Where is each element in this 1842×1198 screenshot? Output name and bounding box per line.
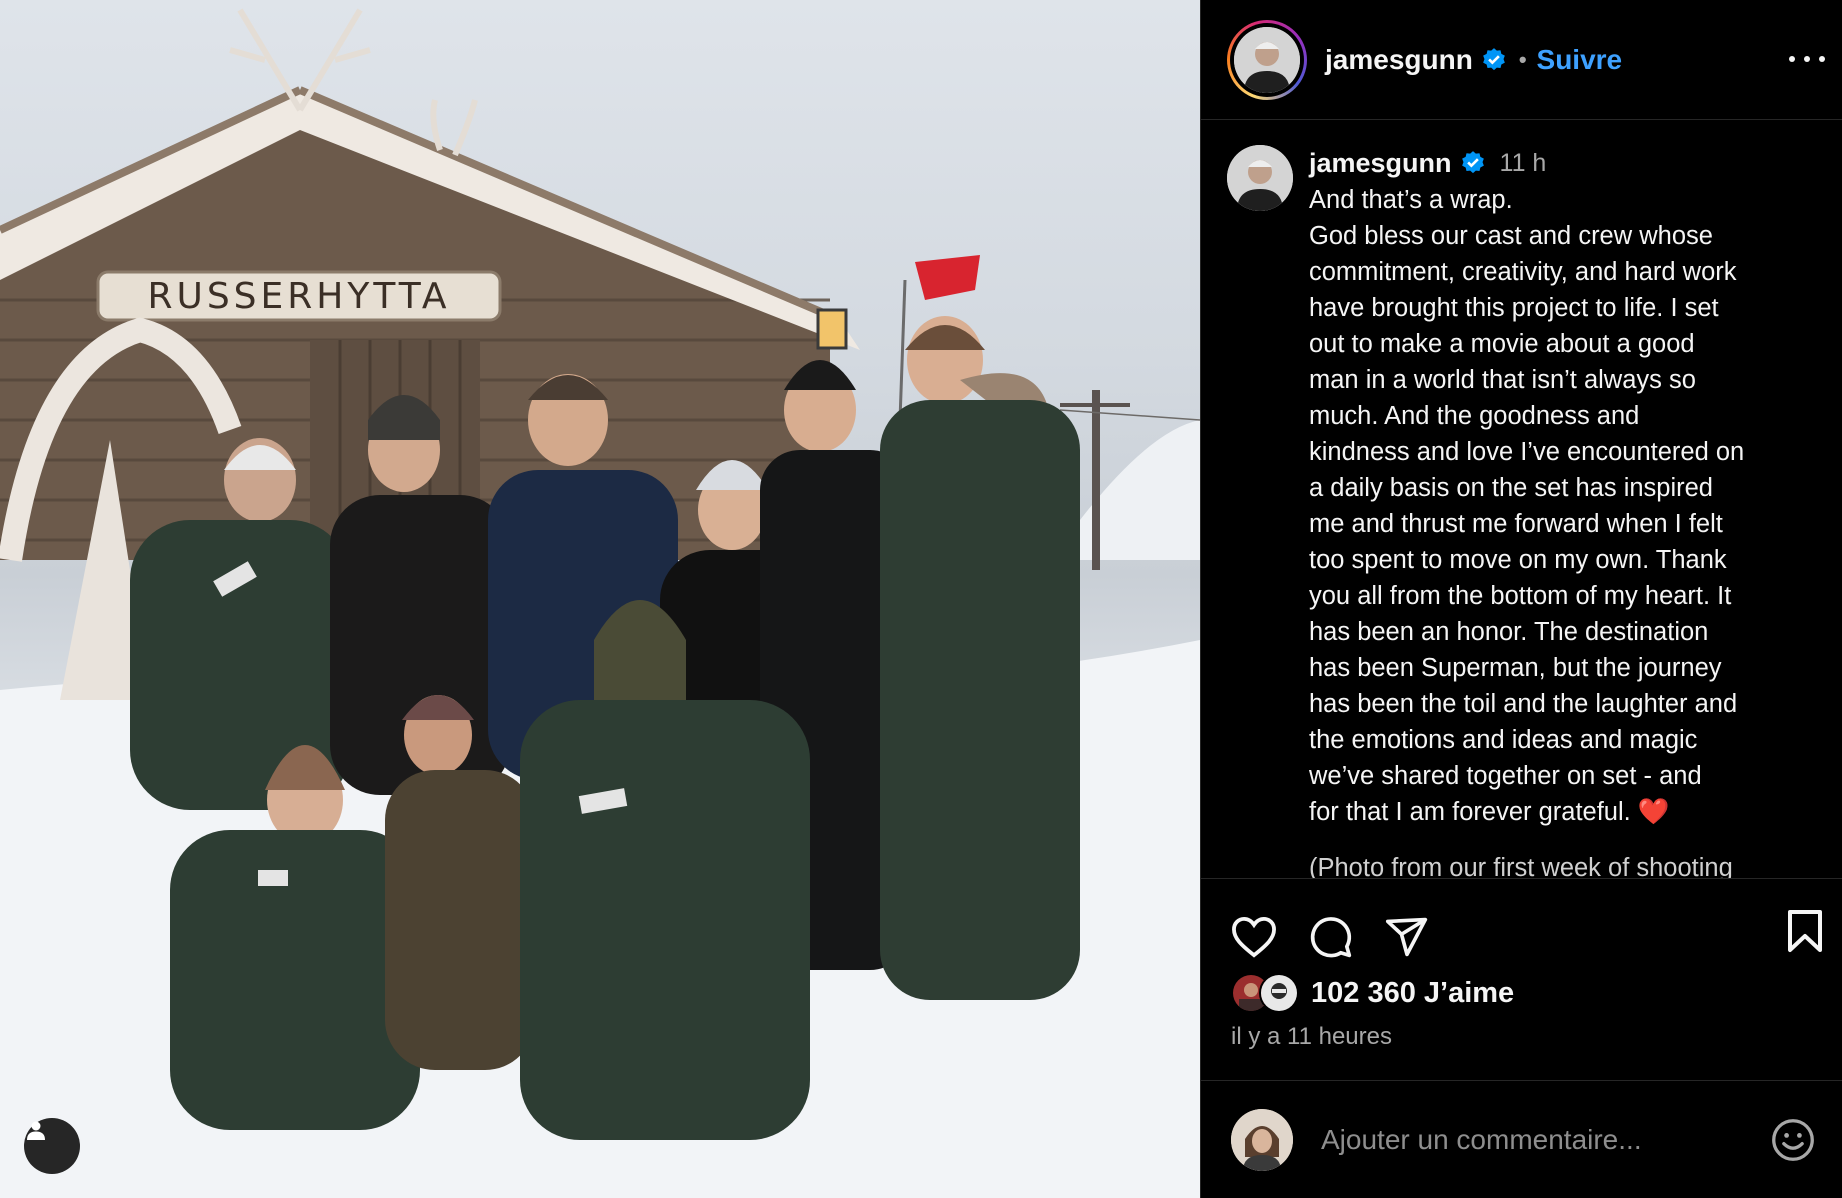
current-user-avatar: [1231, 1108, 1293, 1171]
caption-line: has been an honor. The destination: [1309, 618, 1709, 646]
verified-badge-icon: [1482, 47, 1505, 70]
caption-line: man in a world that isn’t always so: [1309, 366, 1696, 394]
caption-line: too spent to move on my own. Thank: [1309, 546, 1727, 574]
likes-row: 102 360 J’aime: [1201, 973, 1842, 1013]
caption-line: out to make a movie about a good: [1309, 330, 1695, 358]
caption-line: has been Superman, but the journey: [1309, 654, 1722, 682]
lantern: [816, 308, 848, 350]
caption-line: God bless our cast and crew whose: [1309, 222, 1713, 250]
story-ring[interactable]: [1227, 19, 1307, 100]
caption-line: for that I am forever grateful. ❤️: [1309, 798, 1670, 826]
post-timestamp[interactable]: il y a 11 heures: [1201, 1023, 1842, 1051]
post-actions-section: 102 360 J’aime il y a 11 heures: [1201, 878, 1842, 1051]
header-user: jamesgunn • Suivre: [1325, 44, 1622, 76]
verified-badge-icon: [1461, 151, 1484, 174]
more-dots-icon[interactable]: [1789, 44, 1825, 74]
person-6: [880, 316, 1080, 1000]
caption-line: a daily basis on the set has inspired: [1309, 474, 1713, 502]
caption: jamesgunn 11 h And that’s a wrap. God bl…: [1201, 121, 1842, 878]
post-photo[interactable]: RUSSERHYTTA: [0, 0, 1200, 1198]
caption-line-cut: (Photo from our first week of shooting: [1309, 854, 1733, 878]
caption-username[interactable]: jamesgunn: [1309, 145, 1452, 181]
follow-button[interactable]: Suivre: [1537, 44, 1623, 76]
liker-avatar: [1259, 973, 1299, 1013]
utility-pole: [1092, 390, 1100, 570]
cabin-sign-text: RUSSERHYTTA: [147, 276, 450, 317]
caption-line: has been the toil and the laughter and: [1309, 690, 1738, 718]
heart-icon[interactable]: [1231, 916, 1277, 958]
caption-scroll-area[interactable]: jamesgunn 11 h And that’s a wrap. God bl…: [1201, 121, 1842, 878]
caption-line: have brought this project to life. I set: [1309, 294, 1719, 322]
caption-line: And that’s a wrap.: [1309, 186, 1513, 214]
caption-avatar[interactable]: [1227, 145, 1293, 211]
caption-line: you all from the bottom of my heart. It: [1309, 582, 1732, 610]
separator-dot: •: [1518, 46, 1527, 72]
avatar: [1234, 26, 1300, 93]
caption-header: jamesgunn 11 h: [1309, 145, 1546, 181]
caption-line: the emotions and ideas and magic: [1309, 726, 1698, 754]
caption-time[interactable]: 11 h: [1500, 145, 1547, 181]
caption-body: jamesgunn 11 h And that’s a wrap. God bl…: [1309, 145, 1829, 878]
username-link[interactable]: jamesgunn: [1325, 44, 1473, 76]
tagged-users-button[interactable]: [24, 1118, 80, 1174]
post-sidebar: jamesgunn • Suivre jamesgunn 11 h And th…: [1200, 0, 1842, 1198]
caption-line: me and thrust me forward when I felt: [1309, 510, 1723, 538]
smiley-icon[interactable]: [1771, 1118, 1815, 1162]
caption-line: commitment, creativity, and hard work: [1309, 258, 1737, 286]
comment-composer: [1201, 1080, 1842, 1198]
post-header: jamesgunn • Suivre: [1201, 0, 1842, 120]
red-flag: [915, 255, 980, 300]
action-bar: [1201, 879, 1842, 969]
person-icon: [27, 1121, 45, 1140]
caption-line: much. And the goodness and: [1309, 402, 1640, 430]
comment-bubble-icon[interactable]: [1309, 915, 1353, 959]
instagram-post: RUSSERHYTTA jamesgunn • Suivre jamesgunn…: [0, 0, 1842, 1198]
likes-count[interactable]: 102 360 J’aime: [1311, 977, 1514, 1010]
caption-line: we’ve shared together on set - and: [1309, 762, 1702, 790]
caption-line: kindness and love I’ve encountered on: [1309, 438, 1745, 466]
comment-input[interactable]: [1321, 1123, 1771, 1156]
paper-plane-icon[interactable]: [1385, 916, 1429, 958]
bookmark-icon[interactable]: [1787, 909, 1823, 953]
group-photo-illustration: RUSSERHYTTA: [0, 8, 1200, 1198]
